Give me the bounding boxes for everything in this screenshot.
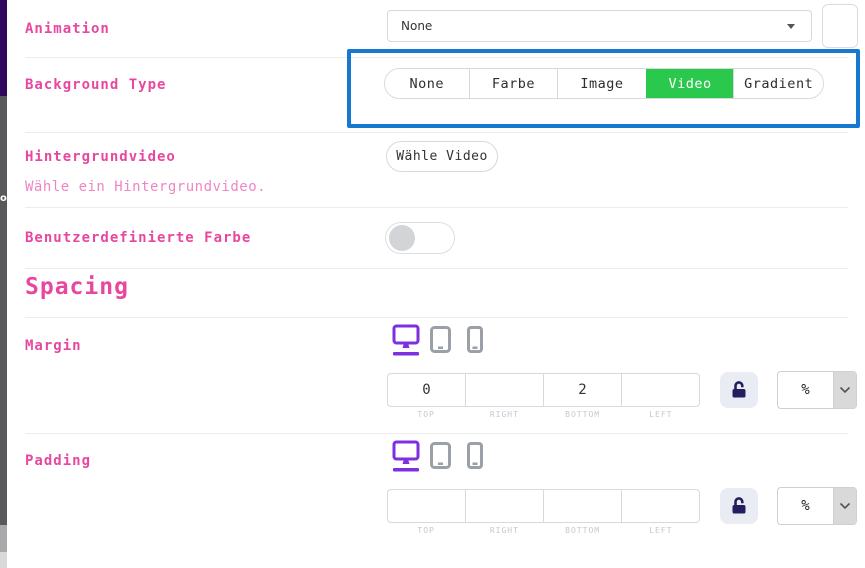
background-video-label: Hintergrundvideo [25, 149, 176, 165]
spacing-heading: Spacing [25, 274, 129, 300]
padding-unit-select[interactable]: % [777, 487, 857, 525]
background-video-description: Wähle ein Hintergrundvideo. [25, 179, 266, 195]
custom-color-label: Benutzerdefinierte Farbe [25, 230, 251, 246]
padding-left-label: LEFT [622, 526, 700, 535]
padding-right-input[interactable] [465, 490, 543, 522]
padding-unit-value: % [778, 488, 833, 524]
bg-type-option-farbe[interactable]: Farbe [469, 69, 558, 98]
padding-lock-button[interactable] [720, 488, 758, 524]
bg-type-option-image[interactable]: Image [557, 69, 646, 98]
desktop-icon[interactable] [392, 440, 420, 474]
margin-field-labels: TOP RIGHT BOTTOM LEFT [387, 410, 700, 419]
margin-right-label: RIGHT [465, 410, 543, 419]
animation-select-value: None [401, 19, 432, 33]
chevron-down-icon [787, 24, 795, 29]
custom-color-toggle[interactable] [385, 222, 455, 254]
occluded-window-text: oc [0, 193, 13, 204]
phone-icon[interactable] [467, 326, 483, 353]
phone-icon[interactable] [467, 442, 483, 469]
bg-type-option-none[interactable]: None [385, 69, 469, 98]
chevron-down-icon [833, 372, 856, 408]
margin-left-label: LEFT [622, 410, 700, 419]
margin-top-input[interactable] [388, 374, 465, 406]
bg-type-option-video[interactable]: Video [646, 69, 734, 98]
tablet-icon[interactable] [430, 326, 451, 353]
window-edge-gray [0, 96, 7, 525]
margin-unit-select[interactable]: % [777, 371, 857, 409]
padding-right-label: RIGHT [465, 526, 543, 535]
divider [25, 132, 848, 133]
tablet-icon[interactable] [430, 442, 451, 469]
desktop-icon[interactable] [392, 324, 420, 358]
background-type-label: Background Type [25, 77, 166, 93]
padding-label: Padding [25, 453, 91, 469]
margin-lock-button[interactable] [720, 372, 758, 408]
margin-bottom-label: BOTTOM [544, 410, 622, 419]
margin-right-input[interactable] [465, 374, 543, 406]
margin-left-input[interactable] [621, 374, 699, 406]
padding-bottom-input[interactable] [543, 490, 621, 522]
margin-unit-value: % [778, 372, 833, 408]
window-edge-lighter [0, 552, 7, 568]
margin-label: Margin [25, 338, 82, 354]
padding-top-label: TOP [387, 526, 465, 535]
padding-left-input[interactable] [621, 490, 699, 522]
chevron-down-icon [833, 488, 856, 524]
choose-video-button[interactable]: Wähle Video [386, 141, 498, 172]
padding-top-input[interactable] [388, 490, 465, 522]
divider [25, 57, 848, 58]
divider [25, 317, 848, 318]
divider [25, 268, 848, 269]
padding-field-labels: TOP RIGHT BOTTOM LEFT [387, 526, 700, 535]
divider [25, 433, 848, 434]
unlock-icon [729, 380, 749, 400]
divider [25, 207, 848, 208]
margin-bottom-input[interactable] [543, 374, 621, 406]
window-edge-strip: oc [0, 0, 7, 568]
background-type-button-group: None Farbe Image Video Gradient [384, 68, 824, 99]
padding-bottom-label: BOTTOM [544, 526, 622, 535]
margin-input-group [387, 373, 700, 407]
animation-select[interactable]: None [387, 10, 812, 42]
toggle-knob [389, 225, 415, 251]
margin-top-label: TOP [387, 410, 465, 419]
detached-empty-box [822, 4, 858, 48]
unlock-icon [729, 496, 749, 516]
padding-input-group [387, 489, 700, 523]
animation-label: Animation [25, 21, 110, 37]
window-edge-light [0, 525, 7, 552]
window-edge-purple [0, 0, 7, 96]
bg-type-option-gradient[interactable]: Gradient [733, 69, 823, 98]
